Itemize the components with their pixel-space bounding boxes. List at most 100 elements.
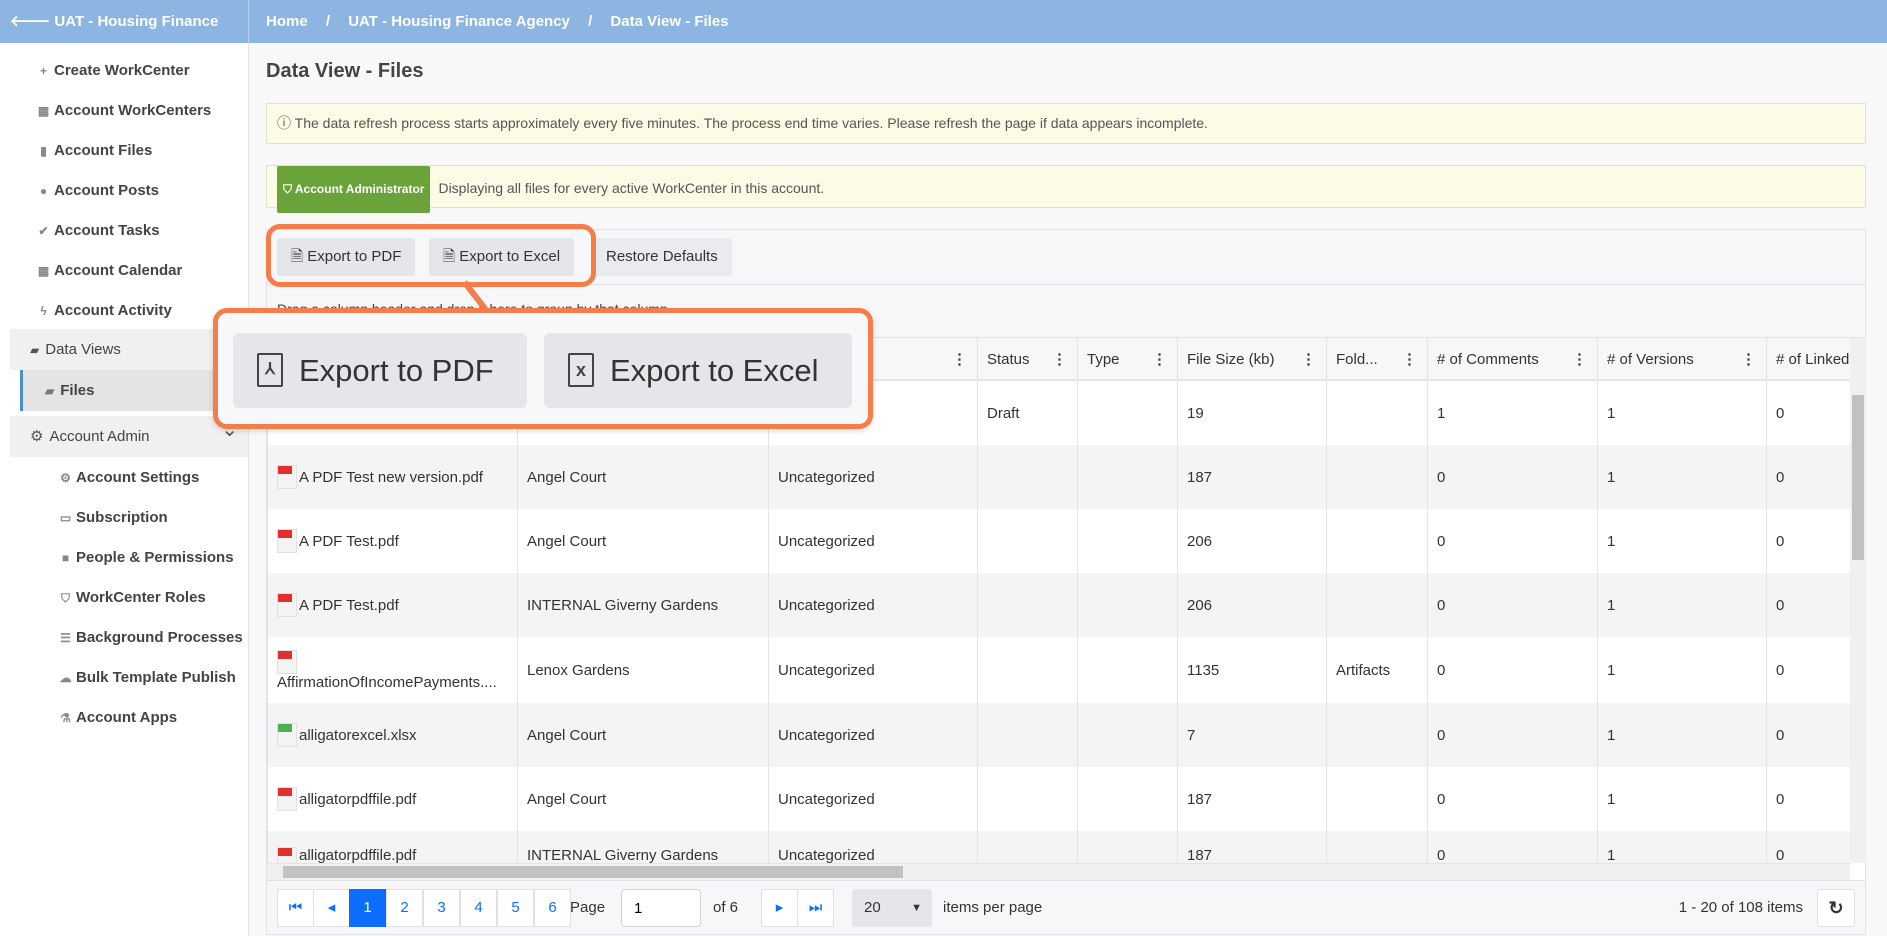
cell-value: Artifacts xyxy=(1336,661,1391,679)
sidebar-item-label: Background Processes xyxy=(76,629,243,646)
table-cell xyxy=(1326,703,1427,767)
sidebar-section-label: Account Admin xyxy=(49,428,150,445)
excel-file-icon xyxy=(277,723,297,747)
page-2-button[interactable]: 2 xyxy=(386,889,423,927)
sidebar-item[interactable]: ▭ Subscription xyxy=(58,508,168,528)
breadcrumb-separator: / xyxy=(325,13,331,30)
column-header-label: Type xyxy=(1087,351,1120,368)
items-per-page-label: items per page xyxy=(943,899,1043,916)
cell-value: Angel Court xyxy=(527,790,607,808)
table-cell: 0 xyxy=(1766,767,1850,831)
refresh-notice: ⓘ The data refresh process starts approx… xyxy=(266,103,1866,144)
column-header[interactable]: Fold... ⋮ xyxy=(1326,338,1427,381)
table-cell xyxy=(1077,831,1177,863)
table-row[interactable]: alligatorexcel.xlsx Angel Court Uncategori… xyxy=(267,703,1850,767)
sidebar-item-label: Subscription xyxy=(76,509,168,526)
cell-value: A PDF Test new version.pdf xyxy=(299,468,483,486)
sidebar-item[interactable]: ⚙ Account Settings xyxy=(58,468,199,488)
column-menu-icon[interactable]: ⋮ xyxy=(952,338,967,381)
table-cell: INTERNAL Giverny Gardens xyxy=(517,831,768,863)
column-header[interactable]: # of Linked xyxy=(1766,338,1850,381)
sidebar-item[interactable]: ▦ Account WorkCenters xyxy=(36,101,211,121)
column-menu-icon[interactable]: ⋮ xyxy=(1741,338,1756,381)
page-input[interactable] xyxy=(621,889,701,927)
highlight-callout-small xyxy=(266,224,596,287)
table-cell: Artifacts xyxy=(1326,637,1427,703)
sidebar-item[interactable]: ✔ Account Tasks xyxy=(36,221,159,241)
table-row[interactable]: A PDF Test new version.pdf Angel Court Unc… xyxy=(267,445,1850,509)
table-cell xyxy=(977,637,1077,703)
column-menu-icon[interactable]: ⋮ xyxy=(1301,338,1316,381)
table-cell xyxy=(977,703,1077,767)
sidebar-item[interactable]: ⛉ WorkCenter Roles xyxy=(58,588,206,608)
table-cell xyxy=(1326,509,1427,573)
table-row[interactable]: alligatorpdffile.pdf Angel Court Uncategor… xyxy=(267,767,1850,831)
column-header[interactable]: File Size (kb) ⋮ xyxy=(1177,338,1326,381)
column-header[interactable]: # of Comments ⋮ xyxy=(1427,338,1597,381)
zoomed-export-pdf-button[interactable]: ⅄ Export to PDF xyxy=(233,333,527,408)
refresh-button[interactable]: ↻ xyxy=(1817,889,1855,927)
column-menu-icon[interactable]: ⋮ xyxy=(1572,338,1587,381)
horizontal-scroll-thumb[interactable] xyxy=(283,866,903,878)
table-cell: A PDF Test.pdf xyxy=(267,573,517,637)
column-header[interactable]: Status ⋮ xyxy=(977,338,1077,381)
sidebar-item-label: Account Activity xyxy=(54,302,172,319)
table-row[interactable]: alligatorpdffile.pdf INTERNAL Giverny Gar… xyxy=(267,831,1850,863)
previous-page-button[interactable]: ◂ xyxy=(313,889,350,927)
column-menu-icon[interactable]: ⋮ xyxy=(1402,338,1417,381)
last-page-button[interactable]: ⏭ xyxy=(797,889,834,927)
table-cell xyxy=(1077,703,1177,767)
sidebar-item[interactable]: ☁ Bulk Template Publish xyxy=(58,668,236,688)
cell-value: Uncategorized xyxy=(778,532,875,550)
restore-defaults-button[interactable]: Restore Defaults xyxy=(592,238,732,276)
next-page-button[interactable]: ▸ xyxy=(761,889,798,927)
table-cell: 187 xyxy=(1177,445,1326,509)
table-cell: A PDF Test.pdf xyxy=(267,509,517,573)
breadcrumb-home[interactable]: Home xyxy=(266,13,308,30)
sidebar-item[interactable]: ▦ Account Calendar xyxy=(36,261,183,281)
sidebar-item[interactable]: ▮ Account Files xyxy=(36,141,152,161)
sidebar-section-account-admin[interactable]: ⚙ Account Admin ⌄ xyxy=(10,416,248,457)
sidebar-item[interactable]: ☰ Background Processes xyxy=(58,628,243,648)
table-cell xyxy=(977,445,1077,509)
zoomed-callout: ⅄ Export to PDF x Export to Excel xyxy=(213,308,873,429)
table-row[interactable]: A PDF Test.pdf Angel Court Uncategorized 20… xyxy=(267,509,1850,573)
cell-value: Uncategorized xyxy=(778,468,875,486)
table-cell: Uncategorized xyxy=(768,637,977,703)
table-cell: Angel Court xyxy=(517,509,768,573)
breadcrumb-account[interactable]: UAT - Housing Finance Agency xyxy=(348,13,570,30)
sidebar-item[interactable]: ⚗ Account Apps xyxy=(58,708,177,728)
table-row[interactable]: A PDF Test.pdf INTERNAL Giverny Gardens Un… xyxy=(267,573,1850,637)
sidebar-item[interactable]: ● Account Posts xyxy=(36,181,159,201)
sidebar-item[interactable]: ϟ Account Activity xyxy=(36,301,172,321)
vertical-scroll-thumb[interactable] xyxy=(1852,395,1864,560)
table-cell xyxy=(1077,509,1177,573)
back-to-account-link[interactable]: 🡐 UAT - Housing Finance Agency xyxy=(0,0,249,73)
table-cell: 1 xyxy=(1597,703,1766,767)
zoomed-export-excel-button[interactable]: x Export to Excel xyxy=(544,333,852,408)
table-cell: 1 xyxy=(1597,637,1766,703)
sidebar-item[interactable]: + Create WorkCenter xyxy=(36,61,190,81)
page-5-button[interactable]: 5 xyxy=(497,889,534,927)
page-6-button[interactable]: 6 xyxy=(534,889,571,927)
table-cell: 0 xyxy=(1427,573,1597,637)
page-4-button[interactable]: 4 xyxy=(460,889,497,927)
book-icon: ▰ xyxy=(45,384,55,398)
cell-value: Uncategorized xyxy=(778,790,875,808)
page-count: of 6 xyxy=(713,899,739,916)
first-page-button[interactable]: ⏮ xyxy=(277,889,314,927)
page-size-select[interactable]: 20 ▼ xyxy=(852,889,932,927)
column-header-label: File Size (kb) xyxy=(1187,351,1275,368)
page-3-button[interactable]: 3 xyxy=(423,889,460,927)
table-cell: alligatorpdffile.pdf xyxy=(267,831,517,863)
table-cell: 0 xyxy=(1427,637,1597,703)
column-menu-icon[interactable]: ⋮ xyxy=(1152,338,1167,381)
column-header[interactable]: # of Versions ⋮ xyxy=(1597,338,1766,381)
page-1-button[interactable]: 1 xyxy=(349,889,386,927)
sidebar-item[interactable]: ■ People & Permissions xyxy=(58,548,234,568)
column-menu-icon[interactable]: ⋮ xyxy=(1052,338,1067,381)
table-row[interactable]: AffirmationOfIncomePayments.... Lenox Gar… xyxy=(267,637,1850,703)
grid-body: Draft 19 1 1 0 A PDF Test new version.pdf Ange… xyxy=(267,381,1850,863)
cell-value: 0 xyxy=(1776,726,1785,744)
column-header[interactable]: Type ⋮ xyxy=(1077,338,1177,381)
